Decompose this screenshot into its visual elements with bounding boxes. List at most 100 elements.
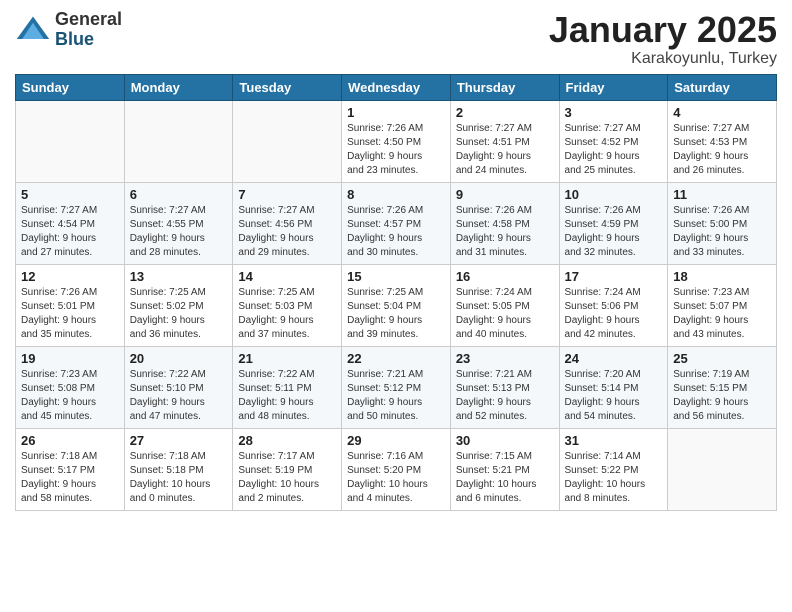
day-info: Sunrise: 7:20 AM Sunset: 5:14 PM Dayligh…	[565, 368, 663, 424]
table-row	[16, 100, 125, 182]
table-row: 9 Sunrise: 7:26 AM Sunset: 4:58 PM Daylig…	[450, 182, 559, 264]
calendar-week-2: 12 Sunrise: 7:26 AM Sunset: 5:01 PM Dayli…	[16, 264, 777, 346]
logo-icon	[15, 12, 51, 48]
day-info: Sunrise: 7:18 AM Sunset: 5:18 PM Dayligh…	[130, 450, 228, 506]
logo-general: General	[55, 10, 122, 30]
table-row: 16 Sunrise: 7:24 AM Sunset: 5:05 PM Dayli…	[450, 264, 559, 346]
day-info: Sunrise: 7:21 AM Sunset: 5:12 PM Dayligh…	[347, 368, 445, 424]
table-row: 4Sunrise: 7:27 AM Sunset: 4:53 PM Daylig…	[668, 100, 777, 182]
day-number: 13	[130, 269, 228, 284]
table-row: 5 Sunrise: 7:27 AM Sunset: 4:54 PM Daylig…	[16, 182, 125, 264]
table-row: 20 Sunrise: 7:22 AM Sunset: 5:10 PM Dayli…	[124, 346, 233, 428]
day-info: Sunrise: 7:27 AM Sunset: 4:51 PM Dayligh…	[456, 122, 554, 178]
table-row: 22 Sunrise: 7:21 AM Sunset: 5:12 PM Dayli…	[342, 346, 451, 428]
calendar-week-0: 1Sunrise: 7:26 AM Sunset: 4:50 PM Daylig…	[16, 100, 777, 182]
logo-blue: Blue	[55, 30, 122, 50]
day-number: 16	[456, 269, 554, 284]
header-monday: Monday	[124, 74, 233, 100]
table-row: 15 Sunrise: 7:25 AM Sunset: 5:04 PM Dayli…	[342, 264, 451, 346]
day-number: 7	[238, 187, 336, 202]
day-number: 22	[347, 351, 445, 366]
table-row: 17Sunrise: 7:24 AM Sunset: 5:06 PM Dayli…	[559, 264, 668, 346]
day-number: 10	[565, 187, 663, 202]
day-info: Sunrise: 7:25 AM Sunset: 5:04 PM Dayligh…	[347, 286, 445, 342]
day-number: 20	[130, 351, 228, 366]
table-row: 27Sunrise: 7:18 AM Sunset: 5:18 PM Dayli…	[124, 428, 233, 510]
table-row: 11Sunrise: 7:26 AM Sunset: 5:00 PM Dayli…	[668, 182, 777, 264]
table-row: 30 Sunrise: 7:15 AM Sunset: 5:21 PM Dayli…	[450, 428, 559, 510]
header-sunday: Sunday	[16, 74, 125, 100]
day-number: 8	[347, 187, 445, 202]
calendar-table: Sunday Monday Tuesday Wednesday Thursday…	[15, 74, 777, 511]
day-number: 14	[238, 269, 336, 284]
day-number: 12	[21, 269, 119, 284]
table-row: 10Sunrise: 7:26 AM Sunset: 4:59 PM Dayli…	[559, 182, 668, 264]
table-row: 19 Sunrise: 7:23 AM Sunset: 5:08 PM Dayli…	[16, 346, 125, 428]
table-row: 26 Sunrise: 7:18 AM Sunset: 5:17 PM Dayli…	[16, 428, 125, 510]
day-info: Sunrise: 7:15 AM Sunset: 5:21 PM Dayligh…	[456, 450, 554, 506]
day-info: Sunrise: 7:23 AM Sunset: 5:07 PM Dayligh…	[673, 286, 771, 342]
day-info: Sunrise: 7:14 AM Sunset: 5:22 PM Dayligh…	[565, 450, 663, 506]
table-row: 13Sunrise: 7:25 AM Sunset: 5:02 PM Dayli…	[124, 264, 233, 346]
day-number: 23	[456, 351, 554, 366]
table-row: 12 Sunrise: 7:26 AM Sunset: 5:01 PM Dayli…	[16, 264, 125, 346]
header-thursday: Thursday	[450, 74, 559, 100]
day-info: Sunrise: 7:27 AM Sunset: 4:53 PM Dayligh…	[673, 122, 771, 178]
day-info: Sunrise: 7:26 AM Sunset: 4:58 PM Dayligh…	[456, 204, 554, 260]
table-row: 8 Sunrise: 7:26 AM Sunset: 4:57 PM Daylig…	[342, 182, 451, 264]
day-info: Sunrise: 7:23 AM Sunset: 5:08 PM Dayligh…	[21, 368, 119, 424]
day-info: Sunrise: 7:22 AM Sunset: 5:10 PM Dayligh…	[130, 368, 228, 424]
table-row: 24 Sunrise: 7:20 AM Sunset: 5:14 PM Dayli…	[559, 346, 668, 428]
table-row: 21 Sunrise: 7:22 AM Sunset: 5:11 PM Dayli…	[233, 346, 342, 428]
day-number: 19	[21, 351, 119, 366]
day-info: Sunrise: 7:17 AM Sunset: 5:19 PM Dayligh…	[238, 450, 336, 506]
location: Karakoyunlu, Turkey	[549, 50, 777, 68]
page-container: General Blue January 2025 Karakoyunlu, T…	[0, 0, 792, 516]
day-info: Sunrise: 7:24 AM Sunset: 5:06 PM Dayligh…	[565, 286, 663, 342]
day-info: Sunrise: 7:21 AM Sunset: 5:13 PM Dayligh…	[456, 368, 554, 424]
day-info: Sunrise: 7:26 AM Sunset: 5:01 PM Dayligh…	[21, 286, 119, 342]
day-info: Sunrise: 7:22 AM Sunset: 5:11 PM Dayligh…	[238, 368, 336, 424]
day-number: 25	[673, 351, 771, 366]
day-info: Sunrise: 7:26 AM Sunset: 4:57 PM Dayligh…	[347, 204, 445, 260]
table-row	[124, 100, 233, 182]
day-number: 3	[565, 105, 663, 120]
title-block: January 2025 Karakoyunlu, Turkey	[549, 10, 777, 68]
table-row: 6Sunrise: 7:27 AM Sunset: 4:55 PM Daylig…	[124, 182, 233, 264]
logo: General Blue	[15, 10, 122, 50]
calendar-week-3: 19 Sunrise: 7:23 AM Sunset: 5:08 PM Dayli…	[16, 346, 777, 428]
logo-text: General Blue	[55, 10, 122, 50]
day-number: 6	[130, 187, 228, 202]
day-number: 31	[565, 433, 663, 448]
day-info: Sunrise: 7:27 AM Sunset: 4:54 PM Dayligh…	[21, 204, 119, 260]
day-number: 5	[21, 187, 119, 202]
table-row: 1Sunrise: 7:26 AM Sunset: 4:50 PM Daylig…	[342, 100, 451, 182]
table-row: 14 Sunrise: 7:25 AM Sunset: 5:03 PM Dayli…	[233, 264, 342, 346]
table-row: 18 Sunrise: 7:23 AM Sunset: 5:07 PM Dayli…	[668, 264, 777, 346]
day-number: 21	[238, 351, 336, 366]
calendar-week-1: 5 Sunrise: 7:27 AM Sunset: 4:54 PM Daylig…	[16, 182, 777, 264]
header-wednesday: Wednesday	[342, 74, 451, 100]
day-number: 28	[238, 433, 336, 448]
header-friday: Friday	[559, 74, 668, 100]
table-row: 31 Sunrise: 7:14 AM Sunset: 5:22 PM Dayli…	[559, 428, 668, 510]
day-number: 30	[456, 433, 554, 448]
day-number: 24	[565, 351, 663, 366]
day-number: 26	[21, 433, 119, 448]
day-number: 2	[456, 105, 554, 120]
table-row: 7Sunrise: 7:27 AM Sunset: 4:56 PM Daylig…	[233, 182, 342, 264]
table-row	[233, 100, 342, 182]
table-row: 23 Sunrise: 7:21 AM Sunset: 5:13 PM Dayli…	[450, 346, 559, 428]
day-info: Sunrise: 7:25 AM Sunset: 5:03 PM Dayligh…	[238, 286, 336, 342]
table-row: 2 Sunrise: 7:27 AM Sunset: 4:51 PM Daylig…	[450, 100, 559, 182]
day-info: Sunrise: 7:24 AM Sunset: 5:05 PM Dayligh…	[456, 286, 554, 342]
day-number: 29	[347, 433, 445, 448]
day-info: Sunrise: 7:18 AM Sunset: 5:17 PM Dayligh…	[21, 450, 119, 506]
day-number: 9	[456, 187, 554, 202]
header-tuesday: Tuesday	[233, 74, 342, 100]
table-row: 3 Sunrise: 7:27 AM Sunset: 4:52 PM Daylig…	[559, 100, 668, 182]
day-info: Sunrise: 7:27 AM Sunset: 4:52 PM Dayligh…	[565, 122, 663, 178]
day-number: 11	[673, 187, 771, 202]
day-number: 18	[673, 269, 771, 284]
day-number: 15	[347, 269, 445, 284]
